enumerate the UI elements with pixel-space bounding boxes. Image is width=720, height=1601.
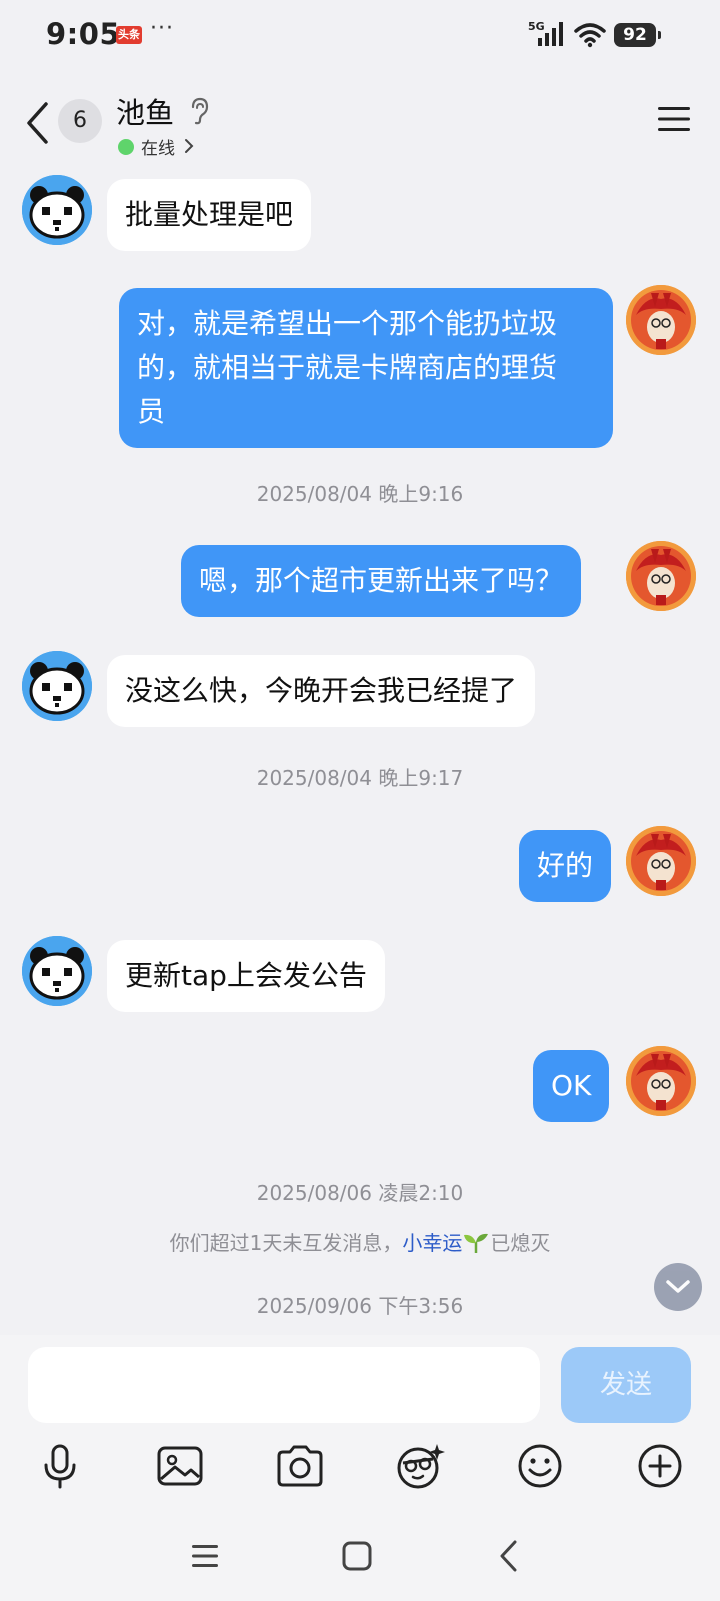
battery-icon: 92 <box>614 23 661 47</box>
message-text-line: 对，就是希望出一个那个能扔垃圾 <box>137 307 558 340</box>
my-avatar[interactable] <box>626 826 696 896</box>
my-avatar[interactable] <box>626 285 696 355</box>
message-text: 没这么快，今晚开会我已经提了 <box>125 674 518 707</box>
chevron-right-icon[interactable] <box>183 137 195 155</box>
scroll-to-bottom-button[interactable] <box>654 1263 702 1311</box>
microphone-icon[interactable] <box>33 1439 87 1493</box>
status-bar: 9:05 头条 ··· 5G 92 <box>0 0 720 70</box>
wifi-icon <box>574 23 606 48</box>
timestamp: 2025/08/04 晚上9:17 <box>256 766 464 790</box>
recent-apps-icon[interactable] <box>185 1536 225 1576</box>
signal-icon: 5G <box>528 20 563 46</box>
notice-text: 已熄灭 <box>490 1231 551 1255</box>
ear-icon[interactable] <box>188 96 210 126</box>
contact-avatar[interactable] <box>22 175 92 245</box>
contact-name[interactable]: 池鱼 <box>116 90 174 132</box>
pony-avatar-icon <box>626 1046 696 1116</box>
outgoing-message[interactable]: OK <box>533 1050 610 1122</box>
chevron-down-icon <box>666 1280 690 1293</box>
plus-icon[interactable] <box>633 1439 687 1493</box>
timestamp: 2025/08/06 凌晨2:10 <box>256 1181 464 1205</box>
emoji-icon[interactable] <box>513 1439 567 1493</box>
message-text: 批量处理是吧 <box>125 198 294 231</box>
message-text-line: 员 <box>137 395 166 428</box>
message-text: 嗯，那个超市更新出来了吗？ <box>199 564 564 597</box>
bear-avatar-icon <box>22 175 92 245</box>
outgoing-message[interactable]: 对，就是希望出一个那个能扔垃圾 的，就相当于就是卡牌商店的理货 员 <box>119 288 613 448</box>
pony-avatar-icon <box>626 541 696 611</box>
contact-avatar[interactable] <box>22 651 92 721</box>
pony-avatar-icon <box>626 285 696 355</box>
send-button[interactable]: 发送 <box>561 1347 691 1423</box>
streak-notice: 你们超过1天未互发消息，小幸运 已熄灭 <box>0 1227 720 1256</box>
chat-header: 6 池鱼 在线 <box>0 84 720 164</box>
online-indicator <box>118 139 134 155</box>
streak-link[interactable]: 小幸运 <box>402 1231 462 1255</box>
contact-avatar[interactable] <box>22 936 92 1006</box>
camera-icon[interactable] <box>273 1439 327 1493</box>
message-text: 好的 <box>537 849 594 882</box>
message-input[interactable] <box>28 1347 540 1423</box>
incoming-message[interactable]: 批量处理是吧 <box>107 179 312 251</box>
unread-count-badge[interactable]: 6 <box>58 99 102 143</box>
system-back-icon[interactable] <box>490 1536 530 1576</box>
incoming-message[interactable]: 更新tap上会发公告 <box>107 940 385 1012</box>
timestamp: 2025/09/06 下午3:56 <box>256 1294 464 1318</box>
outgoing-message[interactable]: 好的 <box>519 830 612 902</box>
image-icon[interactable] <box>153 1439 207 1493</box>
sticker-icon[interactable] <box>393 1439 447 1493</box>
svg-text:5G: 5G <box>528 20 545 33</box>
my-avatar[interactable] <box>626 1046 696 1116</box>
timestamp: 2025/08/04 晚上9:16 <box>256 482 464 506</box>
status-icons: 5G 92 <box>528 20 661 50</box>
more-notifications-icon: ··· <box>150 16 174 41</box>
outgoing-message[interactable]: 嗯，那个超市更新出来了吗？ <box>181 545 582 617</box>
notice-text: 你们超过1天未互发消息， <box>169 1231 403 1255</box>
pony-avatar-icon <box>626 826 696 896</box>
sprout-icon <box>464 1233 489 1253</box>
home-icon[interactable] <box>337 1536 377 1576</box>
bear-avatar-icon <box>22 936 92 1006</box>
message-text-line: 的，就相当于就是卡牌商店的理货 <box>137 351 558 384</box>
menu-button[interactable] <box>656 104 692 134</box>
message-text: 更新tap上会发公告 <box>125 959 367 992</box>
clock: 9:05 <box>46 17 121 51</box>
message-text: OK <box>551 1069 592 1102</box>
bear-avatar-icon <box>22 651 92 721</box>
news-app-icon: 头条 <box>116 26 142 44</box>
composer: 发送 <box>0 1335 720 1601</box>
online-status[interactable]: 在线 <box>141 134 175 159</box>
incoming-message[interactable]: 没这么快，今晚开会我已经提了 <box>107 655 536 727</box>
my-avatar[interactable] <box>626 541 696 611</box>
back-button[interactable] <box>20 98 54 148</box>
